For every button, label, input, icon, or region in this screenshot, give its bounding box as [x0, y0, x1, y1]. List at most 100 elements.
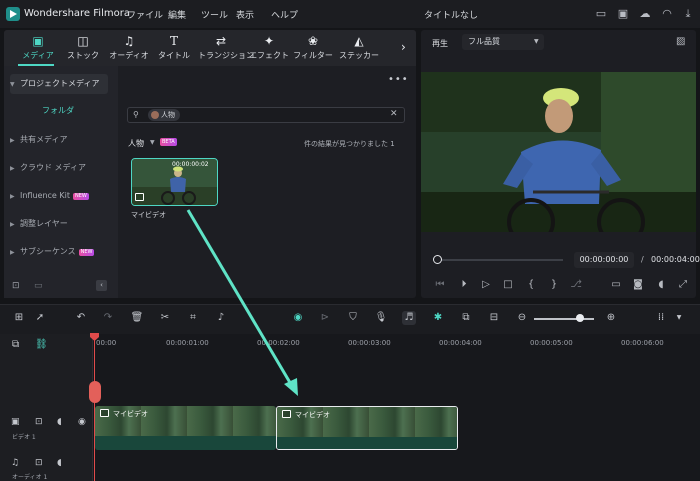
zoom-slider-handle[interactable] [576, 314, 584, 322]
previous-frame-icon[interactable]: ⏮ [433, 279, 447, 290]
playhead-handle[interactable] [89, 381, 101, 403]
playhead-line[interactable] [94, 334, 95, 481]
sidebar-item-cloud-media[interactable]: ▶ クラウド メディア [10, 158, 108, 178]
add-track-icon[interactable]: ⧉ [12, 339, 19, 350]
search-chip-person[interactable]: 人物 [148, 109, 180, 121]
sidebar-item-subsequence[interactable]: ▶ サブシーケンス NEW [10, 242, 108, 262]
tab-filter[interactable]: ❀ フィルター [290, 33, 336, 65]
menu-edit[interactable]: 編集 [168, 8, 186, 21]
volume-icon[interactable]: ◖ [654, 279, 668, 290]
tab-audio[interactable]: ♫ オーディオ [106, 33, 152, 65]
tab-transition[interactable]: ⇄ トランジション [198, 33, 254, 65]
sidebar-item-adjustment-layer[interactable]: ▶ 調整レイヤー [10, 214, 108, 234]
caret-right-icon: ▶ [10, 165, 15, 172]
tab-media[interactable]: ▣ メディア [15, 33, 61, 65]
save-icon[interactable]: ▣ [616, 7, 630, 21]
sidebar-item-folder[interactable]: フォルダ [42, 105, 74, 116]
split-scissors-icon[interactable]: ✂ [158, 311, 172, 325]
mark-in-icon[interactable]: { [524, 279, 538, 290]
redo-icon[interactable]: ↷ [101, 311, 115, 325]
layout-icon[interactable]: ▭ [594, 7, 608, 21]
filter-icon: ❀ [307, 34, 319, 48]
caret-down-icon[interactable]: ▼ [672, 311, 686, 325]
render-preview-icon[interactable]: ⊳ [318, 311, 332, 325]
tab-label: トランジション [198, 51, 254, 60]
more-grid-icon[interactable]: ⁞⁞ [654, 311, 668, 325]
cyclist-video-frame [421, 72, 696, 232]
select-tool-icon[interactable]: ➚ [33, 311, 47, 325]
current-timecode[interactable]: 00:00:00:00 [574, 252, 634, 268]
camera-icon[interactable]: ◙ [631, 279, 645, 290]
audio-stretch-icon[interactable]: ♪ [214, 311, 228, 325]
sidebar-item-project-media[interactable]: ▼ プロジェクトメディア [10, 74, 108, 94]
tab-sticker[interactable]: ◭ ステッカー [336, 33, 382, 65]
delete-icon[interactable]: 🗑 [130, 311, 144, 325]
link-icon[interactable]: ⛓ [35, 339, 48, 350]
app-name: Wondershare Filmora [24, 8, 130, 19]
zoom-slider[interactable] [534, 318, 594, 320]
tab-effect[interactable]: ✦ エフェクト [246, 33, 292, 65]
sidebar-item-shared-media[interactable]: ▶ 共有メディア [10, 130, 108, 150]
cloud-upload-icon[interactable]: ☁ [638, 7, 652, 21]
stop-icon[interactable]: □ [501, 279, 515, 290]
step-back-icon[interactable]: ⏵ [457, 279, 471, 290]
tab-stock[interactable]: ◫ ストック [60, 33, 106, 65]
ruler-label: 00:00 [96, 339, 117, 347]
sidebar-item-influence-kit[interactable]: ▶ Influence Kit NEW [10, 186, 108, 206]
folder-lock-icon[interactable]: ⊡ [35, 458, 43, 468]
more-options-icon[interactable]: ••• [388, 74, 409, 85]
menu-view[interactable]: 表示 [236, 8, 254, 21]
quality-select[interactable]: フル品質 [462, 34, 544, 50]
picture-in-picture-icon[interactable]: ⧉ [459, 311, 473, 325]
caret-down-icon[interactable]: ▼ [150, 139, 155, 146]
timeline-clip[interactable]: マイビデオ [95, 406, 276, 450]
play-icon[interactable]: ▷ [479, 279, 493, 290]
new-folder-icon[interactable]: ⊡ [12, 281, 20, 291]
fullscreen-icon[interactable]: ⤢ [676, 279, 690, 290]
snapshot-view-icon[interactable]: ▨ [676, 36, 685, 47]
tab-label: タイトル [158, 51, 190, 60]
timeline-clip-selected[interactable]: マイビデオ [276, 406, 458, 450]
filmora-logo-icon [6, 7, 20, 21]
eye-icon[interactable]: ◉ [78, 417, 86, 427]
snap-icon[interactable]: ✱ [431, 311, 445, 325]
video-preview[interactable] [421, 72, 696, 232]
caret-right-icon: ▶ [10, 193, 15, 200]
tab-label: オーディオ [109, 51, 149, 60]
audio-track-icon[interactable]: ♬ [402, 311, 416, 325]
undo-icon[interactable]: ↶ [74, 311, 88, 325]
download-icon[interactable]: ⤓ [681, 7, 695, 21]
collapse-sidebar-icon[interactable]: ‹ [96, 280, 107, 291]
mute-track-icon[interactable]: ◖ [57, 458, 62, 468]
scrubber-handle[interactable] [433, 255, 442, 264]
marker-icon[interactable]: ⛉ [346, 311, 360, 325]
mark-out-icon[interactable]: } [547, 279, 561, 290]
microphone-icon[interactable]: 🎙 [374, 311, 388, 325]
menu-help[interactable]: ヘルプ [271, 8, 298, 21]
fit-timeline-icon[interactable]: ⊟ [487, 311, 501, 325]
playback-scrubber[interactable] [437, 259, 563, 261]
layout-grid-icon[interactable]: ⊞ [12, 311, 26, 325]
preview-label: 再生 [432, 39, 448, 48]
video-clip-icon [100, 409, 109, 417]
folder-lock-icon[interactable]: ⊡ [35, 417, 43, 427]
mute-track-icon[interactable]: ◖ [57, 417, 62, 427]
zoom-out-icon[interactable]: ⊖ [515, 311, 529, 325]
chevron-down-icon: ▼ [534, 38, 539, 45]
display-icon[interactable]: ▭ [609, 279, 623, 290]
menu-file[interactable]: ファイル [127, 8, 163, 21]
stock-icon: ◫ [77, 34, 89, 48]
filter-label[interactable]: 人物 [128, 138, 144, 149]
clip-duration: 00:00:00:02 [172, 161, 209, 168]
folder-icon: ▭ [34, 281, 43, 291]
chevron-right-icon[interactable]: › [401, 40, 406, 54]
zoom-in-icon[interactable]: ⊕ [604, 311, 618, 325]
headset-icon[interactable]: ◠ [660, 7, 674, 21]
crop-icon[interactable]: ⌗ [186, 311, 200, 325]
close-icon[interactable]: ✕ [390, 109, 398, 119]
marker-dropdown-icon[interactable]: ⎇ [569, 279, 583, 290]
ai-toggle-icon[interactable]: ◉ [291, 311, 305, 325]
tab-title[interactable]: T タイトル [151, 33, 197, 65]
menu-tools[interactable]: ツール [201, 8, 228, 21]
ruler-label: 00:00:05:00 [530, 339, 573, 347]
